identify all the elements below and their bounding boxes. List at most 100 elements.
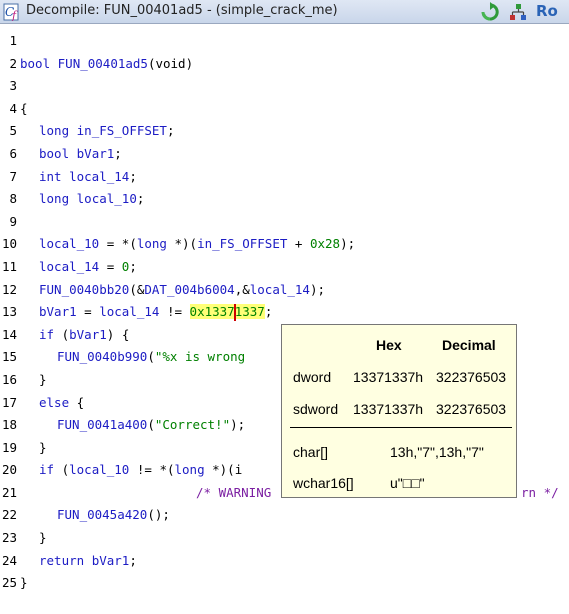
token-type[interactable]: bool xyxy=(20,56,50,71)
token-variable[interactable]: in_FS_OFFSET xyxy=(197,236,287,251)
token-variable[interactable]: local_14 xyxy=(99,304,159,319)
token-keyword[interactable]: return xyxy=(39,553,84,568)
token-type[interactable]: int xyxy=(39,169,62,184)
token-keyword[interactable]: if xyxy=(39,462,54,477)
token-variable[interactable]: local_10 xyxy=(77,191,137,206)
line-number: 8 xyxy=(9,191,17,207)
token-comment: /* WARNING xyxy=(196,484,272,500)
code-line: 12 FUN_0040bb20(&DAT_004b6004,&local_14); xyxy=(0,279,569,302)
row-hex-dword: 13371337h xyxy=(353,369,424,385)
line-number: 24 xyxy=(1,552,17,568)
code-line: 13 bVar1 = local_14 != 0x13371337; xyxy=(0,301,569,324)
token-variable[interactable]: local_14 xyxy=(69,169,129,184)
row-hex-sdword: 13371337h xyxy=(353,401,424,417)
token-variable[interactable]: local_10 xyxy=(69,462,129,477)
line-number: 20 xyxy=(1,462,17,478)
code-line: 8 long local_10; xyxy=(0,188,569,211)
line-number: 23 xyxy=(1,530,17,546)
token-variable[interactable]: bVar1 xyxy=(69,327,107,342)
token-function[interactable]: FUN_0040bb20 xyxy=(39,282,129,297)
token-string[interactable]: "%x is wrong xyxy=(155,349,245,364)
token-variable[interactable]: local_10 xyxy=(39,236,99,251)
token-punct: ); xyxy=(340,236,356,252)
token-function[interactable]: FUN_00401ad5 xyxy=(58,56,148,71)
token-number[interactable]: 0x28 xyxy=(310,236,340,251)
wchar-value: u"□□" xyxy=(390,475,425,491)
line-number: 12 xyxy=(1,281,17,297)
token-punct: { xyxy=(69,394,85,410)
token-punct: ( xyxy=(147,417,155,433)
row-label-dword: dword xyxy=(293,369,332,385)
token-variable[interactable]: bVar1 xyxy=(77,146,115,161)
line-number: 5 xyxy=(9,123,17,139)
token-type[interactable]: long xyxy=(175,462,205,477)
token-keyword[interactable]: if xyxy=(39,327,54,342)
decimal-header: Decimal xyxy=(442,337,496,353)
token-variable[interactable]: local_14 xyxy=(250,282,310,297)
code-line: 1 xyxy=(0,30,569,53)
decompile-icon: C f xyxy=(3,3,19,21)
token-punct: (void) xyxy=(147,55,194,71)
line-number: 15 xyxy=(1,349,17,365)
token-function[interactable]: FUN_0041a400 xyxy=(57,417,147,432)
line-number: 18 xyxy=(1,417,17,433)
token-type[interactable]: long xyxy=(137,236,167,251)
token-punct: ; xyxy=(166,123,175,139)
line-number: 9 xyxy=(9,213,17,229)
window-title: Decompile: FUN_00401ad5 - (simple_crack_… xyxy=(26,3,338,18)
code-line: 25} xyxy=(0,572,569,595)
token-punct: ; xyxy=(136,191,145,207)
token-keyword[interactable]: else xyxy=(39,395,69,410)
line-number: 14 xyxy=(1,326,17,342)
hex-header: Hex xyxy=(376,337,402,353)
line-number: 2 xyxy=(9,55,17,71)
token-variable[interactable]: in_FS_OFFSET xyxy=(77,123,167,138)
token-variable[interactable]: local_14 xyxy=(39,259,99,274)
read-only-button[interactable]: Ro xyxy=(536,2,558,20)
code-line: 11 local_14 = 0; xyxy=(0,256,569,279)
token-function[interactable]: FUN_0040b990 xyxy=(57,349,147,364)
token-punct: = *( xyxy=(99,236,137,252)
char-label: char[] xyxy=(293,444,329,460)
token-punct: ; xyxy=(264,304,273,320)
token-type[interactable]: long xyxy=(39,191,69,206)
line-number: 3 xyxy=(9,78,17,94)
wchar-label: wchar16[] xyxy=(293,475,354,491)
code-line: 7 int local_14; xyxy=(0,166,569,189)
token-punct: ) { xyxy=(106,326,130,342)
code-line: 10 local_10 = *(long *)(in_FS_OFFSET + 0x… xyxy=(0,233,569,256)
token-string[interactable]: "Correct!" xyxy=(155,417,230,432)
token-punct: ; xyxy=(129,168,137,184)
token-punct: ( xyxy=(54,326,70,342)
constant-part: 1337 xyxy=(234,304,265,320)
refresh-icon[interactable] xyxy=(480,2,500,22)
line-number: 6 xyxy=(9,145,17,161)
row-label-sdword: sdword xyxy=(293,401,339,417)
token-punct: = xyxy=(76,304,100,320)
line-number: 1 xyxy=(9,33,17,48)
token-brace: } xyxy=(39,439,47,455)
code-line: 9 xyxy=(0,211,569,234)
highlighted-constant[interactable]: 0x13371337 xyxy=(189,304,265,322)
token-punct: ; xyxy=(129,552,137,568)
token-punct: *)( xyxy=(166,236,198,252)
line-number: 22 xyxy=(1,507,17,523)
tooltip-divider xyxy=(290,427,512,428)
graph-icon[interactable] xyxy=(508,2,528,22)
token-global[interactable]: DAT_004b6004 xyxy=(144,282,234,297)
line-number: 21 xyxy=(1,484,17,500)
token-punct: ( xyxy=(54,462,70,478)
code-line: 5 long in_FS_OFFSET; xyxy=(0,120,569,143)
token-punct: ( xyxy=(147,349,155,365)
token-punct: != *( xyxy=(129,462,175,478)
line-number: 25 xyxy=(1,575,17,591)
token-variable[interactable]: bVar1 xyxy=(92,553,130,568)
code-line: 2 bool FUN_00401ad5(void) xyxy=(0,53,569,76)
token-variable[interactable]: bVar1 xyxy=(39,304,77,319)
token-type[interactable]: bool xyxy=(39,146,69,161)
code-line: 3 xyxy=(0,75,569,98)
token-function[interactable]: FUN_0045a420 xyxy=(57,507,147,522)
line-number: 13 xyxy=(1,304,17,320)
token-type[interactable]: long xyxy=(39,123,69,138)
line-number: 11 xyxy=(1,258,17,274)
